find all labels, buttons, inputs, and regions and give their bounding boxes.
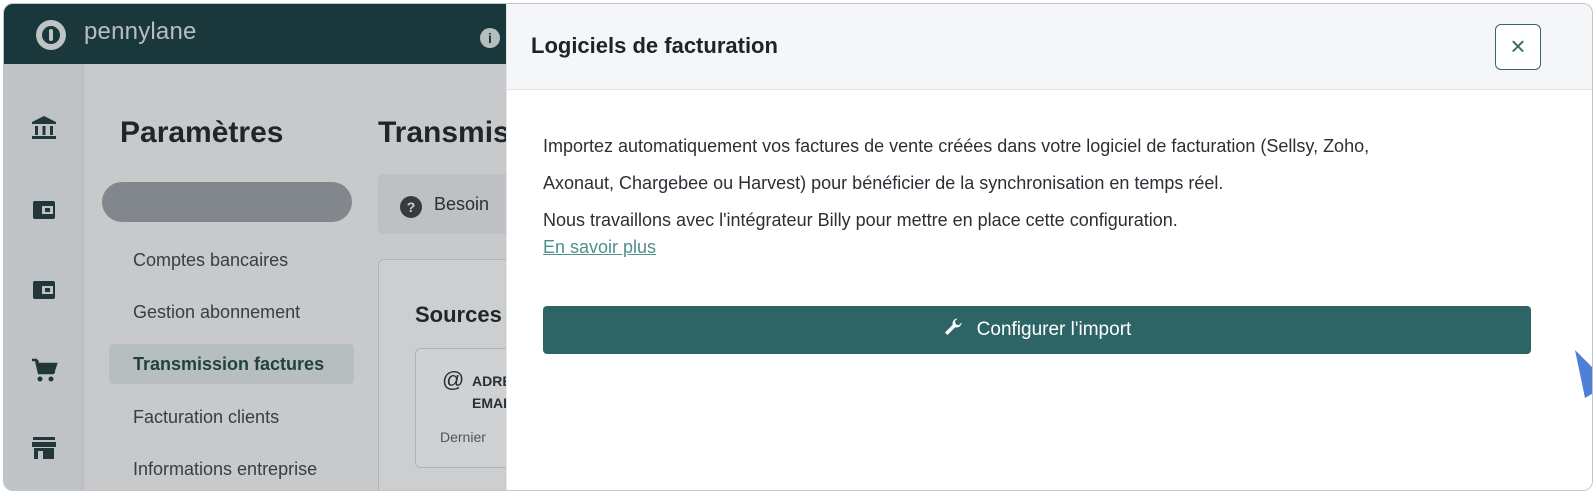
modal-header: Logiciels de facturation × [507, 4, 1592, 90]
close-button[interactable]: × [1495, 24, 1541, 70]
app-window: pennylane i Paramètres Comptes bancaires… [3, 3, 1593, 491]
close-icon: × [1510, 31, 1526, 61]
wrench-icon [943, 317, 963, 343]
description-line-1: Importez automatiquement vos factures de… [543, 136, 1370, 156]
annotation-arrow-icon [1575, 350, 1592, 398]
description-line-2: Axonaut, Chargebee ou Harvest) pour béné… [543, 173, 1224, 193]
learn-more-link[interactable]: En savoir plus [543, 237, 656, 257]
modal-body: Importez automatiquement vos factures de… [543, 128, 1563, 258]
modal-backdrop[interactable] [4, 4, 506, 490]
configure-import-label: Configurer l'import [976, 319, 1132, 340]
configure-import-button[interactable]: Configurer l'import [543, 306, 1531, 354]
modal-title: Logiciels de facturation [531, 33, 778, 58]
description-line-3: Nous travaillons avec l'intégrateur Bill… [543, 210, 1178, 230]
billing-software-modal: Logiciels de facturation × Importez auto… [506, 4, 1592, 490]
